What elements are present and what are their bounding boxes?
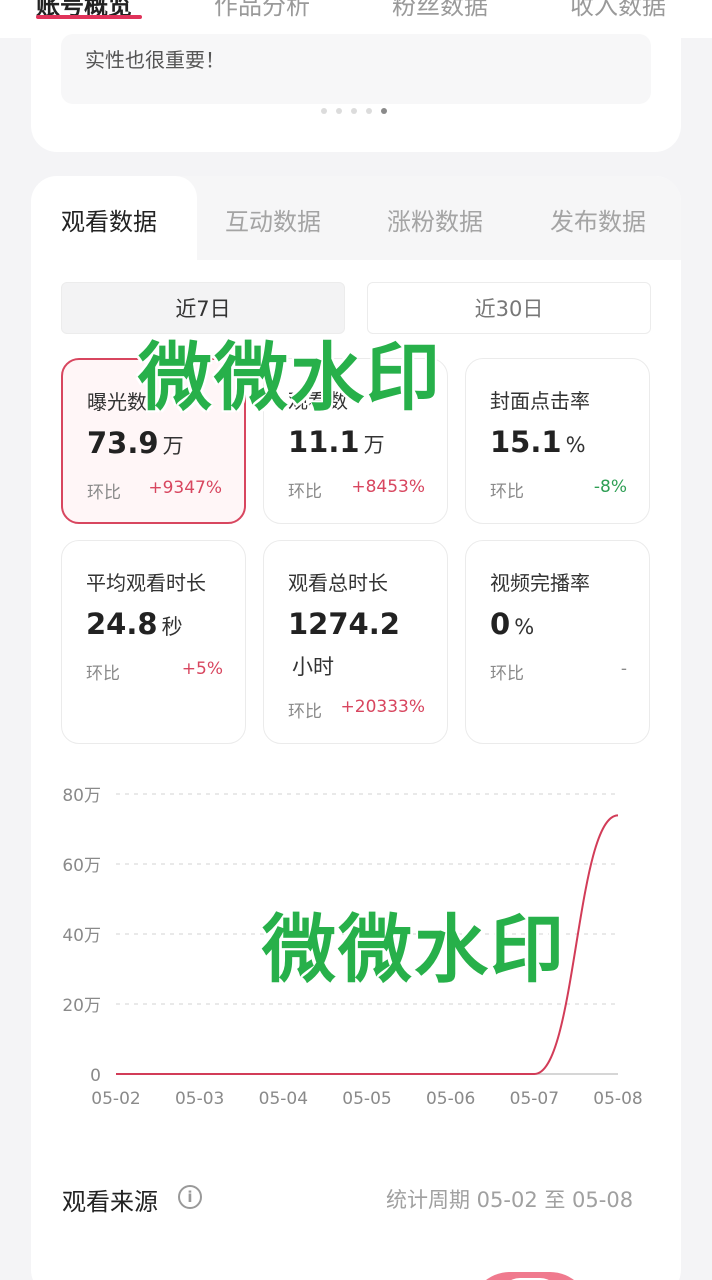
chart-x-tick-label: 05-07 [510,1089,559,1109]
chart-x-tick-label: 05-08 [593,1089,642,1109]
chart-y-tick-label: 40万 [62,926,101,946]
chart-y-tick-label: 60万 [62,856,101,876]
chart-x-tick-label: 05-06 [426,1089,475,1109]
watermark-text: 微微水印 [262,907,566,993]
chart-y-tick-label: 20万 [62,996,101,1016]
chart-x-tick-label: 05-05 [342,1089,391,1109]
chart-x-tick-label: 05-03 [175,1089,224,1109]
chart-y-tick-label: 80万 [62,786,101,806]
app-screen: 账号概览 作品分析 粉丝数据 收入数据 实性也很重要！ 观看数据 互动数据 涨粉… [0,0,712,1280]
chart-y-tick-label: 0 [90,1066,101,1086]
chart-x-tick-label: 05-02 [91,1089,140,1109]
chart-x-tick-label: 05-04 [259,1089,308,1109]
stat-period-note: 统计周期 05-02 至 05-08 [386,1188,634,1212]
view-source-title: 观看来源 [62,1188,158,1216]
info-icon[interactable]: i [178,1185,202,1209]
watermark-text: 微微水印 [138,335,442,421]
